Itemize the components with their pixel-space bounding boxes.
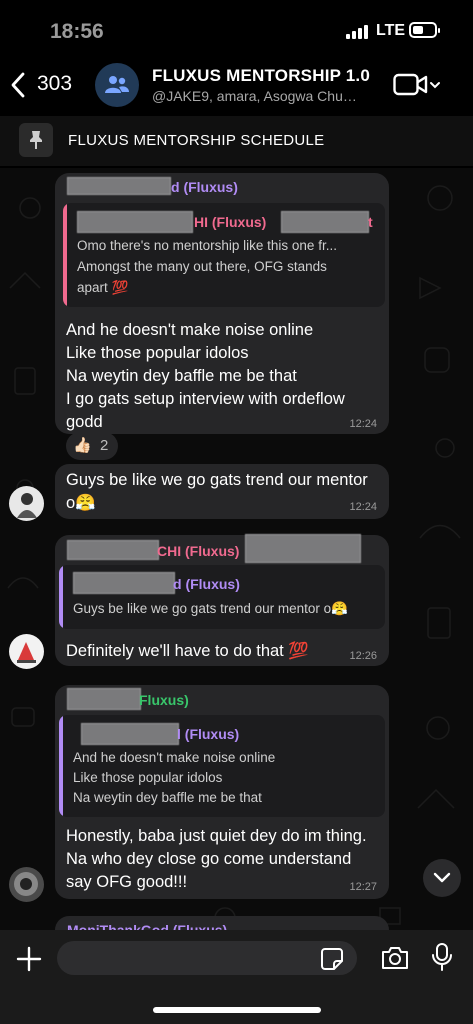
message-bubble[interactable]: CHI (Fluxus) d (Fluxus) Guys be like we …	[55, 534, 389, 666]
avatar[interactable]	[9, 634, 44, 669]
quote-sender-suffix: t	[368, 214, 373, 230]
message-bubble[interactable]: Fluxus) l (Fluxus) And he doesn't make n…	[55, 685, 389, 899]
avatar[interactable]	[9, 486, 44, 521]
quote-line: apart 💯	[77, 280, 129, 295]
sender-name: d (Fluxus)	[171, 179, 238, 195]
quote-line: Guys be like we go gats trend our mentor…	[73, 601, 348, 616]
message-line: Like those popular idolos	[66, 344, 249, 362]
scroll-to-bottom-button[interactable]	[423, 859, 461, 897]
network-label: LTE	[376, 22, 406, 39]
back-chevron-icon[interactable]	[10, 72, 26, 98]
pinned-text: FLUXUS MENTORSHIP SCHEDULE	[68, 132, 325, 149]
pin-icon	[30, 131, 42, 149]
message-text: Guys be like we go gats trend our mentor…	[66, 469, 368, 515]
quote-line: Omo there's no mentorship like this one …	[77, 238, 337, 253]
message-bubble[interactable]: MoniThankGod (Fluxus)	[55, 916, 389, 930]
video-call-icon[interactable]	[393, 72, 441, 98]
message-text: Definitely we'll have to do that 💯	[66, 640, 309, 663]
message-line: Honestly, baba just quiet dey do im thin…	[66, 827, 367, 845]
sticker-icon[interactable]	[320, 947, 344, 971]
user-avatar-icon	[14, 872, 38, 896]
user-avatar-icon	[17, 642, 36, 663]
message-time: 12:27	[349, 881, 377, 893]
message-line: Na weytin dey baffle me be that	[66, 367, 297, 385]
sender-name: CHI (Fluxus)	[157, 543, 240, 559]
quote-sender: l (Fluxus)	[177, 726, 240, 742]
message-input[interactable]	[57, 941, 357, 975]
redacted-name	[73, 572, 175, 594]
reaction-count: 2	[100, 437, 109, 454]
quoted-reply[interactable]: d (Fluxus) Guys be like we go gats trend…	[59, 565, 385, 629]
pinned-message-bar[interactable]: FLUXUS MENTORSHIP SCHEDULE	[0, 116, 473, 166]
status-bar: 18:56 LTE	[0, 0, 473, 58]
quote-line: Amongst the many out there, OFG stands	[77, 259, 327, 274]
avatar[interactable]	[9, 867, 44, 902]
quoted-reply[interactable]: l (Fluxus) And he doesn't make noise onl…	[59, 715, 385, 817]
quote-sender: d (Fluxus)	[173, 576, 240, 592]
message-bubble[interactable]: Guys be like we go gats trend our mentor…	[55, 464, 389, 519]
redacted-name	[77, 211, 193, 233]
thumbs-up-icon: 👍🏻	[73, 437, 92, 454]
redacted-name	[67, 688, 141, 710]
composer-bar	[0, 930, 473, 1024]
redacted-name	[67, 540, 159, 560]
microphone-icon[interactable]	[431, 942, 453, 972]
message-line: say OFG good!!!	[66, 873, 188, 891]
sender-name: MoniThankGod (Fluxus)	[67, 922, 228, 930]
chat-header: 303 FLUXUS MENTORSHIP 1.0 @JAKE9, amara,…	[0, 58, 473, 113]
unread-count[interactable]: 303	[37, 72, 72, 96]
group-icon	[105, 76, 129, 93]
home-indicator	[153, 1007, 321, 1013]
quote-line: And he doesn't make noise online	[73, 750, 276, 765]
battery-icon	[409, 22, 440, 38]
message-line: And he doesn't make noise online	[66, 321, 314, 339]
group-avatar[interactable]	[95, 63, 139, 107]
message-time: 12:26	[349, 650, 377, 662]
plus-icon[interactable]	[16, 946, 42, 972]
quote-sender: HI (Fluxus)	[194, 214, 267, 230]
pin-icon-box	[19, 123, 53, 157]
quote-line: Like those popular idolos	[73, 770, 223, 785]
redacted-name	[281, 211, 369, 233]
message-text: Honestly, baba just quiet dey do im thin…	[66, 825, 367, 894]
message-line: Na who dey close go come understand	[66, 850, 352, 868]
quoted-reply[interactable]: HI (Fluxus) t Omo there's no mentorship …	[63, 203, 385, 307]
user-avatar-icon	[17, 493, 37, 518]
message-bubble[interactable]: d (Fluxus) HI (Fluxus) t Omo there's no …	[55, 173, 389, 434]
message-line: Definitely we'll have to do that 💯	[66, 642, 309, 660]
quote-line: Na weytin dey baffle me be that	[73, 790, 262, 805]
signal-icon	[346, 25, 368, 39]
message-line: I go gats setup interview with ordeflow	[66, 390, 345, 408]
message-time: 12:24	[349, 418, 377, 430]
redacted-name	[245, 534, 361, 563]
camera-icon[interactable]	[380, 945, 410, 971]
redacted-name	[67, 177, 171, 195]
chat-area[interactable]: d (Fluxus) HI (Fluxus) t Omo there's no …	[0, 168, 473, 930]
group-title[interactable]: FLUXUS MENTORSHIP 1.0	[152, 66, 370, 86]
chevron-down-icon	[433, 872, 451, 883]
message-line: Guys be like we go gats trend our mentor	[66, 471, 368, 489]
message-time: 12:24	[349, 501, 377, 513]
reaction-pill[interactable]: 👍🏻 2	[66, 432, 118, 460]
message-line: godd	[66, 413, 103, 431]
group-members[interactable]: @JAKE9, amara, Asogwa Chu…	[152, 88, 372, 104]
sender-name: Fluxus)	[139, 692, 189, 708]
message-line: o😤	[66, 494, 96, 512]
redacted-name	[81, 723, 179, 745]
message-text: And he doesn't make noise online Like th…	[66, 319, 345, 434]
